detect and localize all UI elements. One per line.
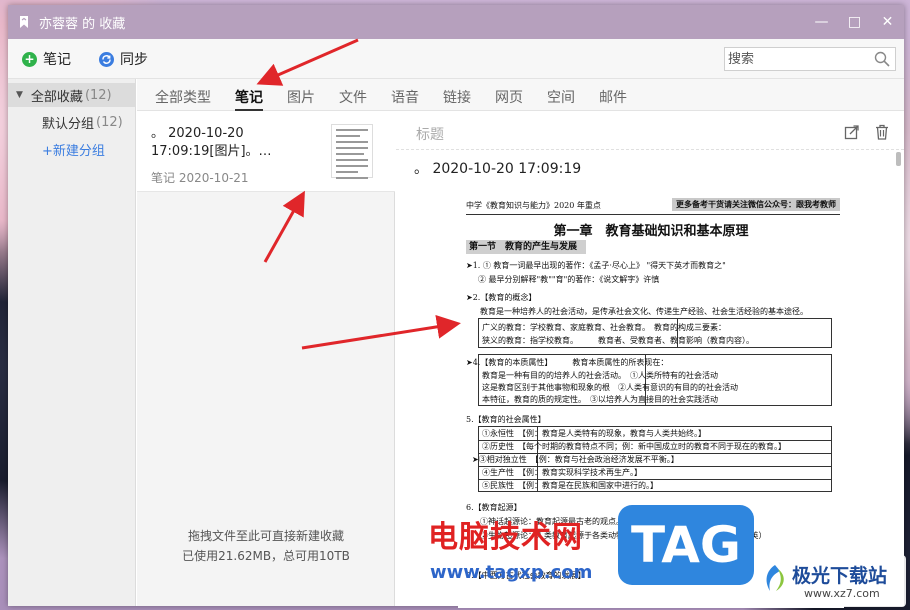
tab-files[interactable]: 文件 [339,87,367,111]
new-group-link[interactable]: +新建分组 [8,137,136,161]
watermark-logo-text: 极光下载站 [792,565,888,587]
tab-voice[interactable]: 语音 [391,87,419,111]
tab-mail[interactable]: 邮件 [599,87,627,111]
doc-section-title: 第一节 教育的产生与发展 [466,240,586,254]
bookmark-icon [18,15,30,29]
doc-line: 狭义的教育：指学校教育。 教育者、受教育者、教育影响（教育内容）。 [482,336,754,345]
sync-button[interactable]: 同步 [99,49,148,69]
doc-line: 广义的教育：学校教育、家庭教育、社会教育。 教育的构成三要素： [482,323,726,332]
sidebar-item-count: (12) [84,87,112,103]
watermark-tag-logo: TAG [618,505,754,585]
minimize-button[interactable]: — [805,5,838,39]
watermark-download-logo: 极光下载站 www.xz7.com [756,555,906,607]
doc-header-right: 更多备考干货请关注微信公众号：跟我考教师 [672,198,840,211]
doc-header: 中学《教育知识与能力》2020 年重点 更多备考干货请关注微信公众号：跟我考教师 [466,198,840,214]
type-tabs: 全部类型 笔记 图片 文件 语音 链接 网页 空间 邮件 [137,79,904,111]
plus-icon: + [22,51,37,67]
new-group-label: +新建分组 [42,143,105,159]
title-bar[interactable]: 亦蓉蓉 的 收藏 — □ ✕ [8,5,904,39]
aurora-logo-icon [766,565,784,591]
doc-header-left: 中学《教育知识与能力》2020 年重点 [466,201,601,210]
doc-line: ⑤民族性 【例：教育是在民族和国家中进行的。】 [482,481,658,490]
window-title: 亦蓉蓉 的 收藏 [39,16,126,32]
tab-images[interactable]: 图片 [287,87,315,111]
doc-line: 5.【教育的社会属性】 [466,415,546,424]
sidebar: ▼ 全部收藏 (12) 默认分组 (12) +新建分组 [8,79,136,606]
toolbar: + 笔记 同步 [8,39,904,79]
doc-line: 本特征，教育的质的规定性。 ③以培养人为直接目的社会实践活动 [482,395,718,404]
sidebar-item-default-group[interactable]: 默认分组 (12) [8,110,136,134]
title-field[interactable]: 标题 [416,124,444,144]
doc-line: ②历史性 【每个时期的教育特点不同；例：新中国成立时的教育不同于现在的教育。】 [482,442,786,451]
close-button[interactable]: ✕ [871,5,904,39]
watermark-url: www.tagxp.com [430,562,593,583]
doc-chapter-title: 第一章 教育基础知识和基本原理 [553,224,749,239]
sidebar-item-count: (12) [96,114,123,130]
note-thumbnail [331,124,373,179]
search-icon[interactable] [874,51,890,71]
doc-line: ➤③相对独立性 【例：教育与社会政治经济发展不平衡。】 [472,455,679,464]
note-body-text[interactable]: 。 2020-10-20 17:09:19 [414,158,581,178]
trash-icon[interactable] [874,124,890,144]
storage-usage: 已使用21.62MB，总可用10TB [182,549,350,563]
sidebar-item-label: 默认分组 [42,116,95,132]
doc-line: 教育是一种培养人的社会活动，是传承社会文化、传递生产经验、社会生活经验的基本途径… [480,307,808,316]
tab-all-types[interactable]: 全部类型 [155,87,211,111]
sidebar-item-all[interactable]: ▼ 全部收藏 (12) [8,83,136,107]
scrollbar[interactable] [896,152,901,166]
doc-line: 这是教育区别于其他事物和现象的根 ②人类有意识的有目的的社会活动 [482,383,738,392]
sync-icon [99,51,114,67]
drop-hint: 拖拽文件至此可直接新建收藏 [187,529,344,543]
doc-line: ② 最早分别解释"教""育"的著作：《说文解字》许慎 [478,275,660,284]
search-box[interactable] [724,47,896,71]
share-icon[interactable] [844,124,860,144]
tab-links[interactable]: 链接 [443,87,471,111]
doc-line: ①永恒性 【例：教育是人类特有的现象，教育与人类共始终。】 [482,429,706,438]
watermark-logo-url: www.xz7.com [804,587,880,600]
tab-notes[interactable]: 笔记 [235,87,263,111]
doc-line: ➤4.【教育的本质属性】 教育本质属性的所表现在： [466,358,669,367]
doc-line: ➤1. ① 教育一词最早出现的著作：《孟子·尽心上》 "得天下英才而教育之" [466,261,726,270]
watermark-site-name: 电脑技术网 [428,520,583,555]
sidebar-item-label: 全部收藏 [30,89,83,105]
doc-line: 教育是一种有目的的培养人的社会活动。 ①人类所特有的社会活动 [482,371,718,380]
maximize-button[interactable]: □ [838,5,871,39]
triangle-down-icon: ▼ [16,90,23,100]
new-note-label: 笔记 [43,52,71,68]
tab-webpages[interactable]: 网页 [495,87,523,111]
new-note-button[interactable]: + 笔记 [22,49,71,69]
search-input[interactable] [728,49,873,69]
tab-space[interactable]: 空间 [547,87,575,111]
note-meta: 笔记 2020-10-21 [151,171,249,185]
note-title: 。 2020-10-20 17:09:19[图片]。… [151,126,272,159]
doc-line: ➤2.【教育的概念】 [466,293,537,302]
list-item[interactable]: 。 2020-10-20 17:09:19[图片]。… 笔记 2020-10-2… [137,112,395,192]
doc-line: ④生产性 【例：教育实现科学技术再生产。】 [482,468,642,477]
sync-label: 同步 [120,52,148,68]
title-row: 标题 [396,112,904,150]
note-list: 。 2020-10-20 17:09:19[图片]。… 笔记 2020-10-2… [137,112,395,606]
